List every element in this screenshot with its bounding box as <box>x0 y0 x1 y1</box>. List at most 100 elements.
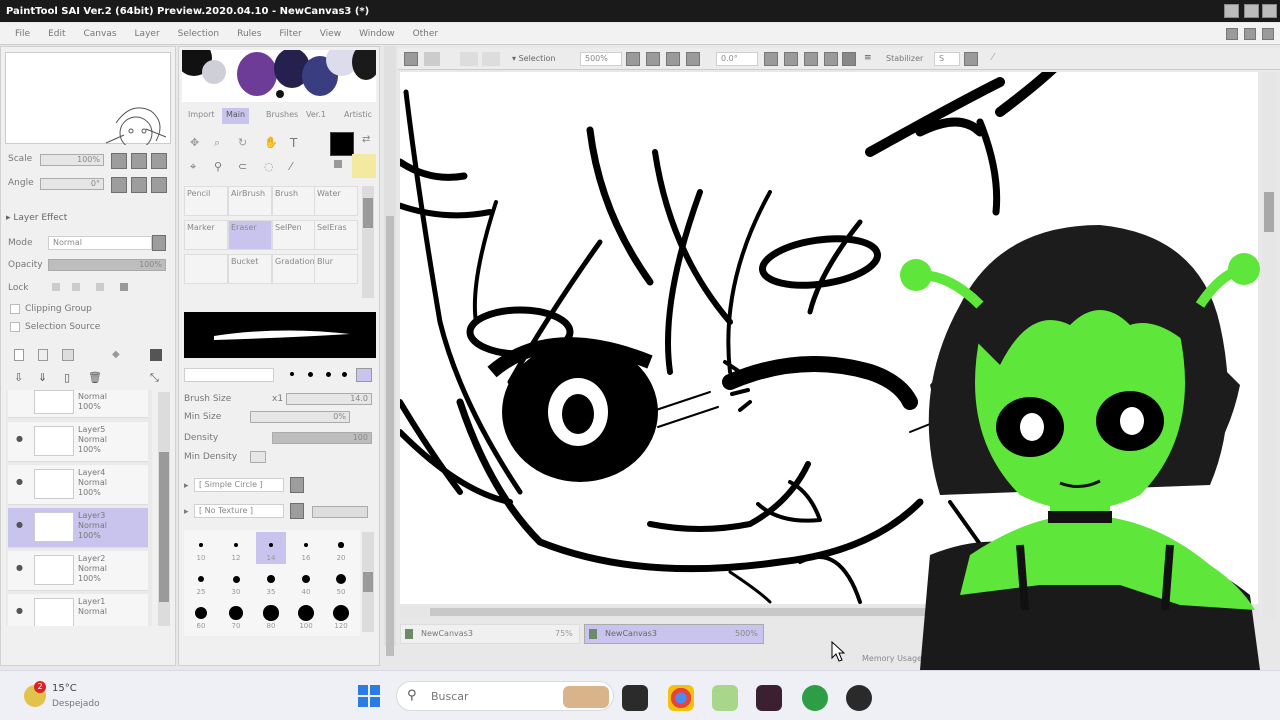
brush-size-dot[interactable] <box>195 607 207 619</box>
rect-select-icon[interactable]: ⌖ <box>190 160 196 174</box>
toolbar-undo-icon[interactable] <box>460 52 478 66</box>
canvas-zoom-fit-button[interactable] <box>686 52 700 66</box>
tool-brush[interactable]: Brush <box>272 186 316 216</box>
selection-toggle[interactable]: ▾ Selection <box>512 54 555 63</box>
app-icon-dark[interactable] <box>756 685 782 711</box>
transfer-down-icon[interactable]: ⇩ <box>14 371 26 384</box>
selection-source-checkbox[interactable] <box>10 322 20 332</box>
canvas-rotate-left-button[interactable] <box>784 52 798 66</box>
tool-marker[interactable]: Marker <box>184 220 228 250</box>
canvas-rotate-right-button[interactable] <box>804 52 818 66</box>
brush-size-dot[interactable] <box>301 574 311 584</box>
tool-grid-scrollbar[interactable] <box>362 186 374 298</box>
rotation-field[interactable]: 0.0° <box>716 52 758 66</box>
mdi-close-button[interactable] <box>1262 28 1274 40</box>
min-size-slider[interactable]: 0% <box>250 411 350 423</box>
taskbar-search[interactable]: ⚲ Buscar <box>396 681 614 711</box>
tab-ver1[interactable]: Ver.1 <box>302 108 330 124</box>
menu-window[interactable]: Window <box>350 29 404 39</box>
menu-selection[interactable]: Selection <box>169 29 228 39</box>
brush-texture-toggle[interactable]: ▸ <box>184 507 189 517</box>
brush-texture-dropdown[interactable] <box>290 503 304 519</box>
tool-selpen[interactable]: SelPen <box>272 220 316 250</box>
app-icon-green[interactable] <box>802 685 828 711</box>
brush-blend-select[interactable] <box>184 368 274 382</box>
mode-select[interactable]: Normal <box>48 236 152 250</box>
visibility-eye-icon[interactable]: ● <box>16 606 23 615</box>
brush-texture-select[interactable]: [ No Texture ] <box>194 504 284 518</box>
minimize-button[interactable] <box>1224 4 1239 18</box>
brush-size-slider[interactable]: 14.0 <box>286 393 372 405</box>
edge-hardness-2[interactable] <box>308 372 313 377</box>
task-view-icon[interactable] <box>622 685 648 711</box>
close-button[interactable] <box>1262 4 1277 18</box>
tool-blur[interactable]: Blur <box>314 254 358 284</box>
clear-layer-icon[interactable]: ▯ <box>64 371 76 384</box>
weather-widget[interactable]: 2 <box>20 681 50 711</box>
brush-size-dot[interactable] <box>234 543 238 547</box>
tool-empty[interactable] <box>184 254 228 284</box>
layer-item[interactable]: ● Layer5 Normal 100% <box>8 422 148 462</box>
layer-item[interactable]: ● Layer4 Normal 100% <box>8 465 148 505</box>
mdi-restore-button[interactable] <box>1244 28 1256 40</box>
tool-gradation[interactable]: Gradation <box>272 254 316 284</box>
eyedropper-icon[interactable]: ⁄ <box>290 160 292 173</box>
brush-size-scrollbar[interactable] <box>362 532 374 632</box>
apply-mask-icon[interactable]: ◆ <box>112 349 124 361</box>
toolbar-new-icon[interactable] <box>404 52 418 66</box>
visibility-eye-icon[interactable]: ● <box>16 563 23 572</box>
tool-eraser[interactable]: Eraser <box>228 220 272 250</box>
brush-size-dot[interactable] <box>263 605 279 621</box>
panel-menu-icon[interactable] <box>150 349 162 361</box>
tool-bucket[interactable]: Bucket <box>228 254 272 284</box>
brush-size-dot[interactable] <box>303 542 309 548</box>
brush-size-dot[interactable] <box>197 575 205 583</box>
brush-size-dot[interactable] <box>333 605 349 621</box>
default-colors-icon[interactable] <box>334 160 342 168</box>
zoom-reset-button[interactable] <box>151 153 167 169</box>
angle-slider[interactable]: 0° <box>40 178 104 190</box>
panel-divider-scrollbar[interactable] <box>384 46 396 656</box>
zoom-out-button[interactable] <box>111 153 127 169</box>
toolbar-redo-icon[interactable] <box>482 52 500 66</box>
background-color-swatch[interactable] <box>352 154 376 178</box>
layer-item[interactable]: ● Layer2 Normal 100% <box>8 551 148 591</box>
layer-item[interactable]: ● Layer1 Normal <box>8 594 148 626</box>
edge-hardness-1[interactable] <box>290 372 294 376</box>
texture-strength-slider[interactable] <box>312 506 368 518</box>
menu-edit[interactable]: Edit <box>39 29 74 39</box>
zoom-in-button[interactable] <box>131 153 147 169</box>
zoom-tool-icon[interactable]: ⌕ <box>214 136 220 150</box>
tool-pencil[interactable]: Pencil <box>184 186 228 216</box>
clipping-group-checkbox[interactable] <box>10 304 20 314</box>
scale-slider[interactable]: 100% <box>40 154 104 166</box>
menu-filter[interactable]: Filter <box>270 29 310 39</box>
merge-down-icon[interactable]: ⇓ <box>38 371 50 384</box>
edge-hardness-3[interactable] <box>326 372 331 377</box>
tab-artistic[interactable]: Artistic <box>340 108 376 124</box>
canvas-tab-2-active[interactable]: NewCanvas3 500% <box>584 624 764 644</box>
paint-app-icon[interactable] <box>712 685 738 711</box>
tool-water[interactable]: Water <box>314 186 358 216</box>
swap-colors-icon[interactable]: ⇄ <box>362 134 370 145</box>
layer-item[interactable]: Normal 100% <box>8 390 148 418</box>
brush-size-dot[interactable] <box>232 575 240 583</box>
rotate-reset-button[interactable] <box>151 177 167 193</box>
new-folder-icon[interactable] <box>62 349 74 361</box>
lock-transparency-toggle[interactable] <box>52 283 60 291</box>
layer-list-scroll-thumb[interactable] <box>159 452 169 602</box>
rotate-right-button[interactable] <box>131 177 147 193</box>
lock-move-toggle[interactable] <box>96 283 104 291</box>
menu-layer[interactable]: Layer <box>126 29 169 39</box>
lock-paint-toggle[interactable] <box>72 283 80 291</box>
density-slider[interactable]: 100 <box>272 432 372 444</box>
brush-size-dot[interactable] <box>267 575 275 583</box>
maximize-button[interactable] <box>1244 4 1259 18</box>
shape-icon[interactable]: ◌ <box>264 160 274 173</box>
layer-properties-icon[interactable]: ⤡ <box>150 371 162 384</box>
navigator-preview[interactable] <box>5 52 171 150</box>
obs-icon[interactable] <box>846 685 872 711</box>
move-tool-icon[interactable]: ✥ <box>190 136 199 149</box>
menu-view[interactable]: View <box>311 29 350 39</box>
hand-tool-icon[interactable]: ✋ <box>264 136 278 149</box>
